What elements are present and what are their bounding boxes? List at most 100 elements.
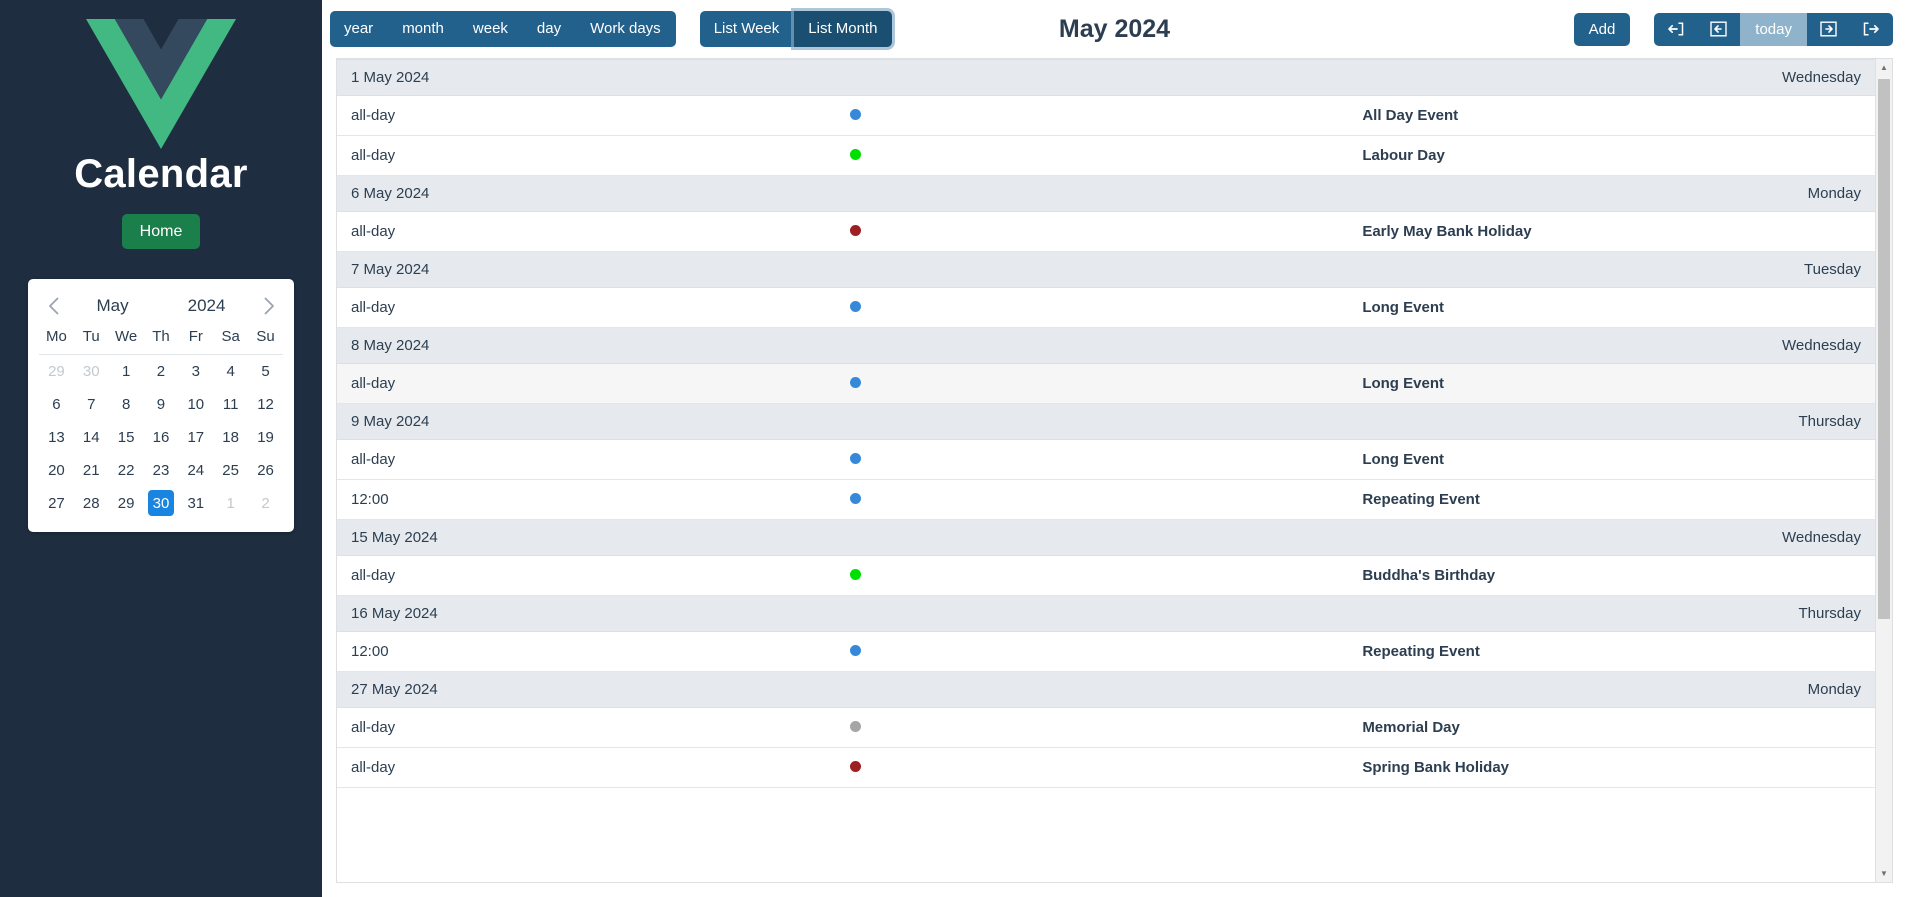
chevron-right-icon[interactable]	[255, 292, 283, 320]
event-row[interactable]: all-day Memorial Day	[337, 707, 1875, 748]
mini-calendar-day[interactable]: 26	[253, 457, 279, 483]
mini-calendar-day[interactable]: 12	[253, 391, 279, 417]
event-color-dot-icon	[849, 377, 861, 388]
next-year-icon	[1863, 21, 1880, 37]
mini-calendar-day[interactable]: 23	[148, 457, 174, 483]
day-header-date: 27 May 2024	[337, 671, 1363, 708]
day-header-row[interactable]: 6 May 2024 Monday	[337, 175, 1875, 212]
mini-calendar-day[interactable]: 28	[78, 490, 104, 516]
event-dot-cell	[849, 363, 1363, 404]
mini-calendar-day[interactable]: 6	[43, 391, 69, 417]
home-button[interactable]: Home	[121, 214, 201, 250]
mini-calendar-cell: 1	[213, 487, 248, 520]
mini-calendar-day[interactable]: 14	[78, 424, 104, 450]
view-button-list-week[interactable]: List Week	[699, 11, 795, 47]
mini-calendar-year[interactable]: 2024	[188, 296, 226, 316]
add-button[interactable]: Add	[1573, 12, 1631, 46]
scroll-down-icon[interactable]: ▼	[1876, 865, 1892, 882]
mini-calendar-grid: Mo Tu We Th Fr Sa Su 29 30 1 2 3 4 5 6 7 8 9 10 11 12 13 14 15…	[39, 323, 283, 520]
day-header-date: 9 May 2024	[337, 403, 1363, 440]
event-row[interactable]: 12:00 Repeating Event	[337, 479, 1875, 520]
mini-calendar-cell: 24	[178, 454, 213, 487]
event-time: all-day	[337, 363, 850, 404]
view-button-year[interactable]: year	[330, 11, 389, 47]
view-button-work-days[interactable]: Work days	[576, 11, 676, 47]
event-row[interactable]: all-day Labour Day	[337, 135, 1875, 176]
mini-calendar-day[interactable]: 16	[148, 424, 174, 450]
event-dot-cell	[849, 211, 1363, 252]
next-year-button[interactable]	[1850, 12, 1893, 46]
mini-calendar-day[interactable]: 29	[113, 490, 139, 516]
event-title: Early May Bank Holiday	[1362, 211, 1875, 252]
event-row[interactable]: all-day Long Event	[337, 287, 1875, 328]
day-header-row[interactable]: 9 May 2024 Thursday	[337, 403, 1875, 440]
mini-calendar-day[interactable]: 30	[78, 358, 104, 384]
mini-calendar-day[interactable]: 13	[43, 424, 69, 450]
event-row[interactable]: all-day Spring Bank Holiday	[337, 747, 1875, 788]
mini-calendar-day[interactable]: 31	[183, 490, 209, 516]
sidebar: Calendar Home May 2024 Mo Tu We Th Fr Sa Su 29…	[0, 0, 322, 897]
event-dot-cell	[849, 747, 1363, 788]
view-button-day[interactable]: day	[522, 11, 577, 47]
mini-calendar-month[interactable]: May	[97, 296, 129, 316]
mini-calendar-day[interactable]: 17	[183, 424, 209, 450]
next-month-button[interactable]	[1807, 12, 1850, 46]
event-row[interactable]: all-day Early May Bank Holiday	[337, 211, 1875, 252]
mini-calendar-day-selected[interactable]: 30	[147, 490, 174, 517]
mini-calendar-day[interactable]: 20	[43, 457, 69, 483]
prev-month-button[interactable]	[1697, 12, 1741, 46]
chevron-left-icon[interactable]	[39, 292, 67, 320]
day-header-row[interactable]: 27 May 2024 Monday	[337, 671, 1875, 708]
mini-calendar-day[interactable]: 7	[78, 391, 104, 417]
mini-calendar-day[interactable]: 1	[218, 490, 244, 516]
mini-calendar-day[interactable]: 19	[253, 424, 279, 450]
next-month-icon	[1820, 21, 1837, 37]
event-title: Long Event	[1362, 439, 1875, 480]
view-button-week[interactable]: week	[458, 11, 523, 47]
day-header-row[interactable]: 8 May 2024 Wednesday	[337, 327, 1875, 364]
prev-year-button[interactable]	[1654, 12, 1698, 46]
mini-calendar-day[interactable]: 24	[183, 457, 209, 483]
event-title: Spring Bank Holiday	[1362, 747, 1875, 788]
day-header-row[interactable]: 15 May 2024 Wednesday	[337, 519, 1875, 556]
event-row[interactable]: 12:00 Repeating Event	[337, 631, 1875, 672]
scroll-up-icon[interactable]: ▲	[1876, 59, 1892, 76]
event-row[interactable]: all-day Long Event	[337, 439, 1875, 480]
calendar-toolbar: year month week day Work days List Week List …	[322, 0, 1907, 58]
mini-calendar-day[interactable]: 4	[218, 358, 244, 384]
view-button-list-month[interactable]: List Month	[794, 11, 893, 47]
day-header-row[interactable]: 16 May 2024 Thursday	[337, 595, 1875, 632]
mini-calendar-day[interactable]: 2	[148, 358, 174, 384]
mini-calendar-day[interactable]: 11	[218, 391, 244, 417]
mini-calendar-day[interactable]: 29	[43, 358, 69, 384]
scrollbar-thumb[interactable]	[1878, 79, 1890, 619]
mini-calendar-day[interactable]: 8	[113, 391, 139, 417]
event-color-dot-icon	[849, 645, 861, 656]
mini-calendar-day[interactable]: 18	[218, 424, 244, 450]
mini-calendar-cell: 10	[178, 388, 213, 421]
mini-calendar-day[interactable]: 25	[218, 457, 244, 483]
event-row[interactable]: all-day All Day Event	[337, 95, 1875, 136]
mini-calendar-day[interactable]: 9	[148, 391, 174, 417]
mini-calendar-day[interactable]: 22	[113, 457, 139, 483]
mini-calendar-day[interactable]: 1	[113, 358, 139, 384]
vertical-scrollbar[interactable]: ▲ ▼	[1875, 59, 1892, 882]
event-dot-cell	[849, 555, 1363, 596]
list-button-group: List Week List Month	[699, 11, 893, 47]
today-button[interactable]: today	[1740, 12, 1807, 46]
mini-calendar-day[interactable]: 2	[253, 490, 279, 516]
event-row[interactable]: all-day Long Event	[337, 363, 1875, 404]
mini-calendar-day[interactable]: 27	[43, 490, 69, 516]
event-row[interactable]: all-day Buddha's Birthday	[337, 555, 1875, 596]
mini-calendar-cell: 11	[213, 388, 248, 421]
day-header-row[interactable]: 7 May 2024 Tuesday	[337, 251, 1875, 288]
day-header-date: 8 May 2024	[337, 327, 1363, 364]
mini-calendar-day[interactable]: 10	[183, 391, 209, 417]
day-header-row[interactable]: 1 May 2024 Wednesday	[337, 59, 1875, 96]
mini-calendar-day[interactable]: 5	[253, 358, 279, 384]
mini-calendar-day[interactable]: 15	[113, 424, 139, 450]
view-button-month[interactable]: month	[388, 11, 459, 47]
mini-calendar-day[interactable]: 3	[183, 358, 209, 384]
event-title: Repeating Event	[1362, 479, 1875, 520]
mini-calendar-day[interactable]: 21	[78, 457, 104, 483]
